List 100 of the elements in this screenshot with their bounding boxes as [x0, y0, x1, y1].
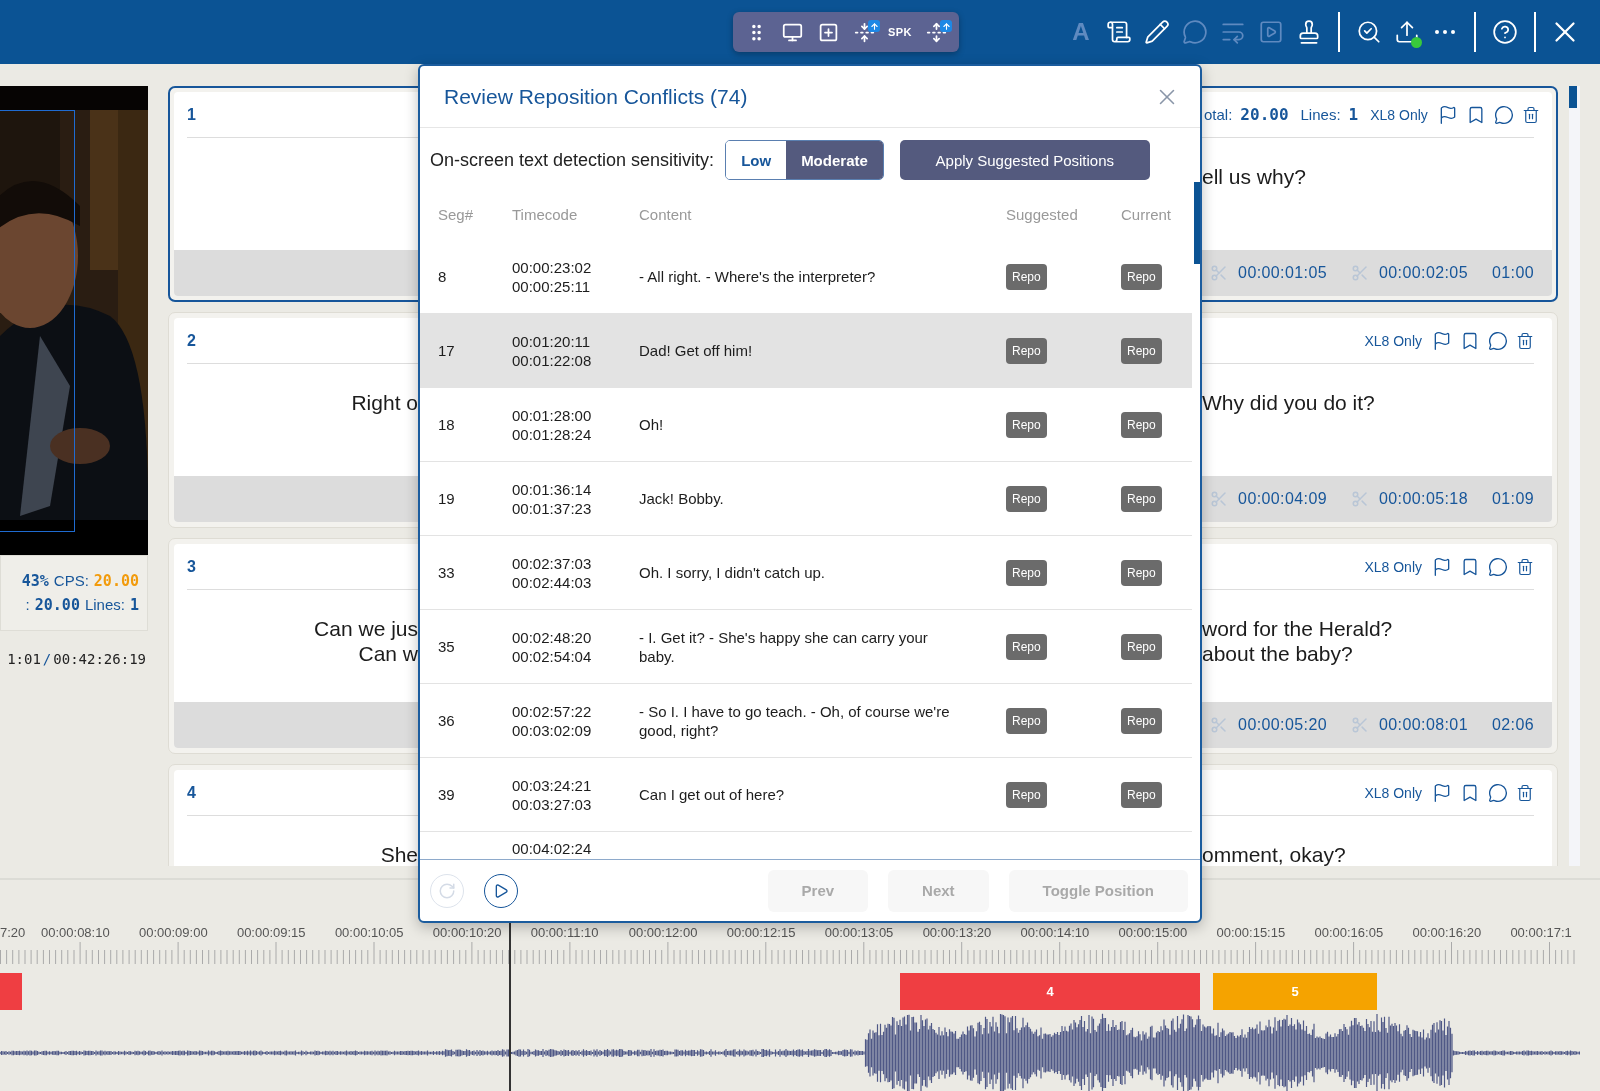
suggested-repo-button[interactable]: Repo	[1006, 337, 1047, 364]
suggested-repo-button[interactable]: Repo	[1006, 781, 1047, 808]
stat-label: CPS:	[53, 572, 89, 589]
current-repo-button[interactable]: Repo	[1121, 707, 1162, 734]
start-timecode: 00:02:57:22	[512, 701, 593, 721]
subtitle-line: Can w	[358, 641, 418, 666]
conflict-row[interactable]: 36 00:02:57:22 00:03:02:09 - So I. I have to go teach. - Oh, of course we're good, right? Repo Repo	[420, 684, 1192, 758]
end-time: 00:00:05:18	[1379, 490, 1468, 508]
total-time: 00:42:26:19	[53, 651, 146, 667]
sensitivity-label: On-screen text detection sensitivity:	[430, 149, 715, 171]
start-timecode: 00:02:48:20	[512, 627, 593, 647]
start-timecode: 00:01:28:00	[512, 405, 593, 425]
content-cell-text: - I. Get it? - She's happy she can carry your baby.	[639, 627, 929, 666]
start-timecode: 00:01:20:11	[512, 331, 592, 351]
segment-number: 4	[187, 783, 196, 802]
start-timecode: 00:00:23:02	[512, 257, 593, 277]
current-repo-button[interactable]: Repo	[1121, 485, 1162, 512]
current-repo-button[interactable]: Repo	[1121, 411, 1162, 438]
stat-value: 20.00	[93, 572, 139, 590]
suggested-repo-button[interactable]: Repo	[1006, 411, 1047, 438]
current-repo-button[interactable]: Repo	[1121, 337, 1162, 364]
duration: 02:06	[1491, 716, 1534, 734]
ruler-label: 00:00:10:05	[334, 925, 404, 940]
suggested-repo-button[interactable]: Repo	[1006, 707, 1047, 734]
segment-cell-text: 8	[438, 268, 448, 285]
column-header: Current	[1121, 205, 1173, 223]
end-time: 00:00:02:05	[1379, 264, 1468, 282]
current-repo-button[interactable]: Repo	[1121, 781, 1162, 808]
segment-cell-text: 33	[438, 564, 456, 581]
stat-value: 1	[129, 596, 139, 614]
start-timecode: 00:04:02:24	[512, 840, 593, 857]
ruler-label: 00:00:10:20	[432, 925, 502, 940]
segment-cell-text: 17	[438, 342, 456, 359]
subtitle-line: word for the Herald?	[1202, 616, 1393, 641]
suggested-repo-button[interactable]: Repo	[1006, 559, 1047, 586]
ruler-label: 00:00:17:1	[1510, 925, 1572, 940]
stat-label: Lines:	[84, 596, 125, 613]
sensitivity-option[interactable]: Moderate	[786, 141, 883, 179]
time-separator: /	[42, 651, 52, 667]
speaker-button[interactable]: SPK	[883, 15, 917, 49]
conflict-row[interactable]: 18 00:01:28:00 00:01:28:24 Oh! Repo Repo	[420, 388, 1192, 462]
start-timecode: 00:03:24:21	[512, 775, 593, 795]
conflict-row[interactable]: 8 00:00:23:02 00:00:25:11 - All right. - Where's the interpreter? Repo Repo	[420, 240, 1192, 314]
column-header: Timecode	[512, 205, 579, 223]
content-cell-text: - So I. I have to go teach. - Oh, of course we're good, right?	[639, 701, 951, 740]
stat-label: Lines:	[1300, 106, 1341, 123]
conflict-row[interactable]: 39 00:03:24:21 00:03:27:03 Can I get out of here? Repo Repo	[420, 758, 1192, 832]
current-repo-button[interactable]: Repo	[1121, 263, 1162, 290]
ruler-label: 00:00:12:00	[628, 925, 698, 940]
start-timecode: 00:01:36:14	[512, 479, 593, 499]
start-time: 00:00:04:09	[1238, 490, 1327, 508]
segment-number: 2	[187, 331, 196, 350]
stat-value: 1	[1348, 105, 1359, 124]
ruler-label: 00:00:11:10	[530, 925, 599, 940]
stat-label: otal:	[1204, 106, 1233, 123]
suggested-repo-button[interactable]: Repo	[1006, 485, 1047, 512]
ruler-label: 00:00:13:05	[824, 925, 894, 940]
current-time: 1:01	[7, 651, 41, 667]
conflict-row[interactable]: 33 00:02:37:03 00:02:44:03 Oh. I sorry, I didn't catch up. Repo Repo	[420, 536, 1192, 610]
conflict-row[interactable]: 35 00:02:48:20 00:02:54:04 - I. Get it? - She's happy she can carry your baby. Repo Repo	[420, 610, 1192, 684]
end-time: 00:00:08:01	[1379, 716, 1468, 734]
end-timecode: 00:03:27:03	[512, 794, 593, 814]
content-cell-text: - All right. - Where's the interpreter?	[639, 267, 877, 286]
duration: 01:09	[1491, 490, 1534, 508]
conflict-row[interactable]: 19 00:01:36:14 00:01:37:23 Jack! Bobby. Repo Repo	[420, 462, 1192, 536]
end-timecode: 00:02:54:04	[512, 646, 593, 666]
end-timecode: 00:01:28:24	[512, 424, 593, 444]
segment-cell-text: 18	[438, 416, 456, 433]
content-cell-text: Oh. I sorry, I didn't catch up.	[639, 563, 826, 582]
stat-value: 20.00	[34, 596, 80, 614]
ruler-label: 00:00:08:10	[41, 925, 110, 940]
end-timecode: 00:01:37:23	[512, 498, 593, 518]
content-cell-text: Oh!	[639, 415, 665, 434]
segment-cell-text: 36	[438, 712, 456, 729]
column-header: Suggested	[1006, 205, 1079, 223]
current-repo-button[interactable]: Repo	[1121, 633, 1162, 660]
segment-cell-text: 19	[438, 490, 456, 507]
ruler-label: 00:00:16:05	[1314, 925, 1384, 940]
suggested-repo-button[interactable]: Repo	[1006, 263, 1047, 290]
ruler-label: 00:00:14:10	[1020, 925, 1090, 940]
ruler-label: 00:00:16:20	[1412, 925, 1482, 940]
current-repo-button[interactable]: Repo	[1121, 559, 1162, 586]
content-cell-text: Can I get out of here?	[639, 785, 786, 804]
start-time: 00:00:05:20	[1238, 716, 1327, 734]
subtitle-segment[interactable]: 4	[900, 973, 1200, 1010]
ruler-label: 00:00:15:00	[1118, 925, 1188, 940]
segment-cell-text: 35	[438, 638, 456, 655]
stat-value: 43%	[21, 572, 49, 590]
dialog-title: Review Reposition Conflicts (74)	[444, 84, 748, 109]
suggested-repo-button[interactable]: Repo	[1006, 633, 1047, 660]
stat-value: 20.00	[1240, 105, 1289, 124]
end-timecode: 00:03:02:09	[512, 720, 593, 740]
xl8-only-label: XL8 Only	[1364, 558, 1422, 575]
apply-positions-button[interactable]: Apply Suggested Positions	[899, 140, 1150, 180]
subtitle-line: ell us why?	[1202, 164, 1306, 189]
subtitle-line: omment, okay?	[1202, 842, 1346, 866]
xl8-only-label: XL8 Only	[1370, 106, 1428, 123]
content-cell-text: Jack! Bobby.	[639, 489, 725, 508]
stat-label: :	[25, 596, 30, 613]
conflict-row[interactable]: 17 00:01:20:11 00:01:22:08 Dad! Get off him! Repo Repo	[420, 314, 1192, 388]
